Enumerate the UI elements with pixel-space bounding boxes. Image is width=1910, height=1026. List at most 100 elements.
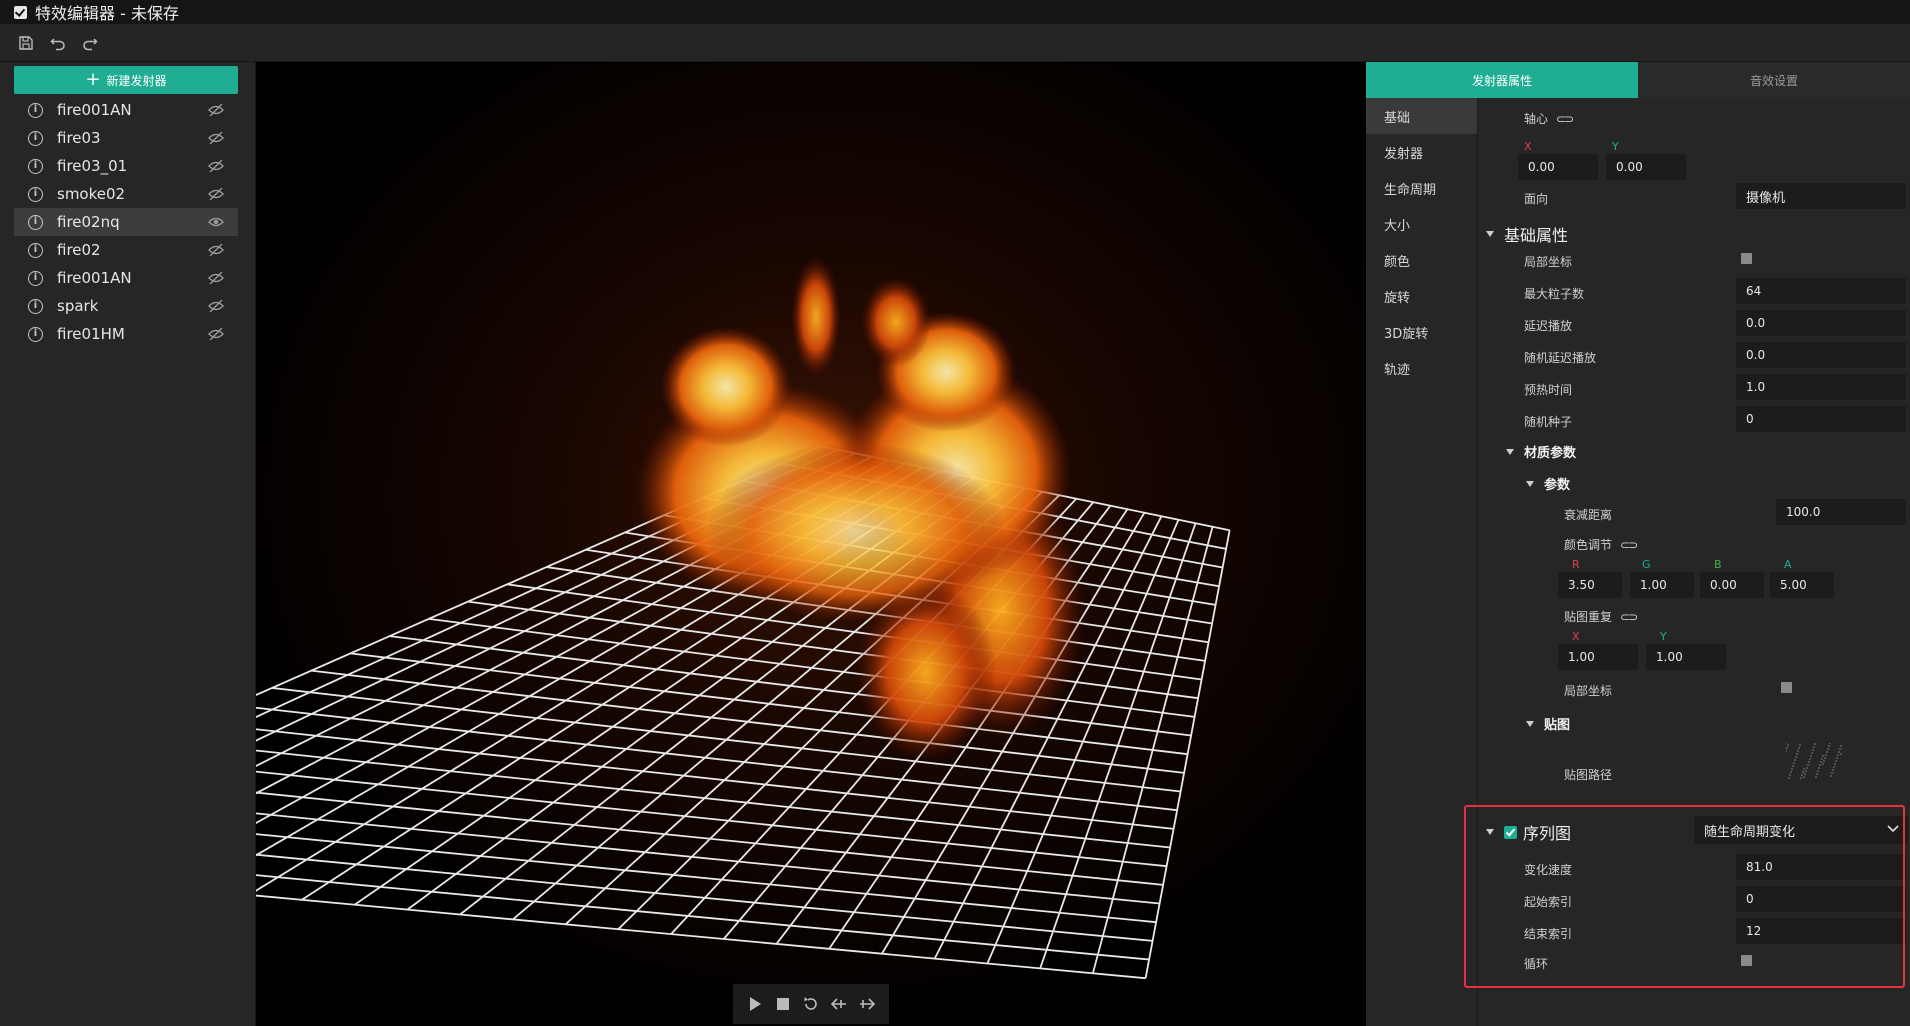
color-a-input[interactable]: 5.00 <box>1770 572 1834 598</box>
redo-icon[interactable] <box>80 33 100 53</box>
tiling-x-input[interactable]: 1.00 <box>1558 644 1638 670</box>
category-item[interactable]: 3D旋转 <box>1366 314 1477 350</box>
eye-off-icon[interactable] <box>208 299 224 313</box>
category-item[interactable]: 颜色 <box>1366 242 1477 278</box>
delay-input[interactable]: 0.0 <box>1736 310 1906 336</box>
tiling-x-label: X <box>1572 630 1580 643</box>
sequence-header[interactable]: 序列图 <box>1486 820 1571 844</box>
category-item[interactable]: 发射器 <box>1366 134 1477 170</box>
local-coords-label: 局部坐标 <box>1524 255 1573 269</box>
end-index-label: 结束索引 <box>1524 927 1573 941</box>
eye-off-icon[interactable] <box>208 187 224 201</box>
facing-select[interactable]: 摄像机 <box>1736 183 1906 209</box>
new-emitter-button[interactable]: + 新建发射器 <box>14 66 238 94</box>
prewarm-label: 预热时间 <box>1524 383 1573 397</box>
random-delay-label: 随机延迟播放 <box>1524 351 1597 365</box>
replay-icon[interactable] <box>800 993 822 1015</box>
emitter-item[interactable]: i fire02nq <box>14 208 238 236</box>
seed-input[interactable]: 0 <box>1736 406 1906 432</box>
local-coords-checkbox[interactable] <box>1741 253 1752 264</box>
sequence-speed-input[interactable]: 81.0 <box>1736 854 1906 880</box>
eye-off-icon[interactable] <box>208 103 224 117</box>
emitter-name: fire001AN <box>57 269 132 287</box>
material-local-coords-checkbox[interactable] <box>1781 682 1792 693</box>
info-icon: i <box>28 326 43 342</box>
emitter-name: fire01HM <box>57 325 125 343</box>
eye-off-icon[interactable] <box>208 243 224 257</box>
tab-emitter-properties[interactable]: 发射器属性 <box>1366 62 1638 98</box>
texture-header[interactable]: 贴图 <box>1526 714 1570 733</box>
category-list: 基础 发射器 生命周期 大小 颜色 旋转 3D旋转 轨迹 <box>1366 98 1478 1026</box>
scene-viewport[interactable] <box>256 62 1366 1026</box>
pivot-x-label: X <box>1524 140 1532 153</box>
sequence-enabled-checkbox[interactable] <box>1504 825 1517 839</box>
category-item[interactable]: 生命周期 <box>1366 170 1477 206</box>
collapse-icon <box>1506 448 1514 455</box>
plus-icon: + <box>85 69 101 90</box>
pivot-label: 轴心 ⊂⊃ <box>1524 112 1574 126</box>
tab-sound-settings[interactable]: 音效设置 <box>1638 62 1910 98</box>
emitter-item[interactable]: i spark <box>14 292 238 320</box>
category-item[interactable]: 旋转 <box>1366 278 1477 314</box>
eye-off-icon[interactable] <box>208 271 224 285</box>
eye-off-icon[interactable] <box>208 327 224 341</box>
emitter-item[interactable]: i smoke02 <box>14 180 238 208</box>
info-icon: i <box>28 102 43 118</box>
category-item[interactable]: 基础 <box>1366 98 1477 134</box>
material-params-header[interactable]: 材质参数 <box>1506 442 1576 461</box>
basic-properties-header[interactable]: 基础属性 <box>1486 222 1568 246</box>
emitter-item[interactable]: i fire01HM <box>14 320 238 348</box>
eye-icon[interactable] <box>208 215 224 229</box>
emitter-item[interactable]: i fire001AN <box>14 264 238 292</box>
step-forward-icon[interactable] <box>856 993 878 1015</box>
link-icon[interactable]: ⊂⊃ <box>1620 538 1638 552</box>
falloff-input[interactable]: 100.0 <box>1776 499 1906 525</box>
eye-off-icon[interactable] <box>208 131 224 145</box>
sequence-mode-select[interactable]: 随生命周期变化 <box>1694 816 1908 844</box>
emitter-item[interactable]: i fire001AN <box>14 96 238 124</box>
emitter-item[interactable]: i fire03_01 <box>14 152 238 180</box>
emitter-item[interactable]: i fire02 <box>14 236 238 264</box>
link-icon[interactable]: ⊂⊃ <box>1620 610 1638 624</box>
tiling-label: 贴图重复 ⊂⊃ <box>1564 610 1638 624</box>
color-adjust-label: 颜色调节 ⊂⊃ <box>1564 538 1638 552</box>
start-index-input[interactable]: 0 <box>1736 886 1906 912</box>
play-icon[interactable] <box>744 993 766 1015</box>
emitter-name: spark <box>57 297 99 315</box>
max-particles-input[interactable]: 64 <box>1736 278 1906 304</box>
emitter-name: fire02nq <box>57 213 120 231</box>
link-icon[interactable]: ⊂⊃ <box>1556 112 1574 126</box>
eye-off-icon[interactable] <box>208 159 224 173</box>
pivot-y-input[interactable]: 0.00 <box>1606 154 1686 180</box>
loop-checkbox[interactable] <box>1741 955 1752 966</box>
collapse-icon <box>1526 720 1534 727</box>
color-r-input[interactable]: 3.50 <box>1558 572 1622 598</box>
params-header[interactable]: 参数 <box>1526 474 1570 493</box>
texture-thumbnail[interactable] <box>1786 743 1842 779</box>
prewarm-input[interactable]: 1.0 <box>1736 374 1906 400</box>
chevron-down-icon <box>1886 822 1900 840</box>
info-icon: i <box>28 158 43 174</box>
step-back-icon[interactable] <box>828 993 850 1015</box>
emitter-name: smoke02 <box>57 185 126 203</box>
falloff-label: 衰减距离 <box>1564 508 1613 522</box>
end-index-input[interactable]: 12 <box>1736 918 1906 944</box>
pivot-x-input[interactable]: 0.00 <box>1518 154 1598 180</box>
color-b-input[interactable]: 0.00 <box>1700 572 1764 598</box>
random-delay-input[interactable]: 0.0 <box>1736 342 1906 368</box>
info-icon: i <box>28 214 43 230</box>
playback-controls <box>733 984 889 1024</box>
emitter-item[interactable]: i fire03 <box>14 124 238 152</box>
category-item[interactable]: 大小 <box>1366 206 1477 242</box>
emitter-name: fire03 <box>57 129 101 147</box>
property-tabs: 发射器属性 音效设置 <box>1366 62 1910 98</box>
save-icon[interactable] <box>16 33 36 53</box>
loop-label: 循环 <box>1524 957 1549 971</box>
tiling-y-label: Y <box>1660 630 1667 643</box>
undo-icon[interactable] <box>48 33 68 53</box>
stop-icon[interactable] <box>772 993 794 1015</box>
info-icon: i <box>28 270 43 286</box>
category-item[interactable]: 轨迹 <box>1366 350 1477 386</box>
color-g-input[interactable]: 1.00 <box>1630 572 1694 598</box>
tiling-y-input[interactable]: 1.00 <box>1646 644 1726 670</box>
